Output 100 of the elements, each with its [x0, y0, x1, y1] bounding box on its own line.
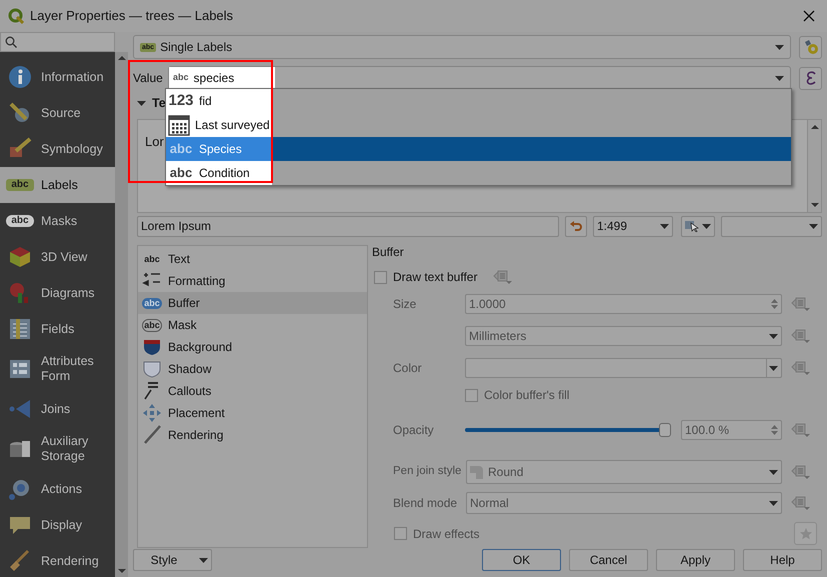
table-icon — [8, 317, 32, 341]
labels-icon: abc — [6, 215, 34, 227]
field-type-icon: abc — [173, 71, 189, 85]
checkbox-label: Draw text buffer — [393, 269, 478, 286]
settings-tab[interactable]: Placement — [138, 402, 367, 424]
checkbox[interactable] — [465, 388, 478, 402]
data-defined-icon — [791, 328, 811, 344]
caret-icon — [702, 224, 711, 228]
sidebar-item[interactable]: Rendering — [0, 543, 115, 577]
checkbox-label: Draw effects — [413, 526, 480, 542]
join-style-icon — [470, 466, 483, 478]
sidebar-item[interactable]: Auxiliary Storage — [0, 427, 115, 471]
field-value: 100.0 % — [685, 422, 730, 439]
sidebar-item[interactable]: Source — [0, 95, 115, 131]
abc-icon: abc — [142, 298, 162, 308]
sidebar-item[interactable]: Diagrams — [0, 275, 115, 311]
dialog-button[interactable]: OK — [482, 549, 561, 571]
sidebar-item[interactable]: Actions — [0, 471, 115, 507]
triangle-icon — [8, 397, 32, 421]
dropdown-label: Species — [199, 141, 242, 158]
combo-value: 1:499 — [597, 218, 628, 235]
sidebar-item[interactable]: Display — [0, 507, 115, 543]
color-button[interactable] — [465, 358, 782, 378]
sidebar-item[interactable]: Attributes Form — [0, 347, 115, 391]
sidebar-label: Actions — [41, 482, 83, 496]
sidebar-item[interactable]: Information — [0, 59, 115, 95]
search-field[interactable] — [0, 32, 115, 52]
checkbox[interactable] — [374, 270, 387, 284]
calendar-icon — [168, 114, 190, 136]
settings-tab[interactable]: Callouts — [138, 380, 367, 402]
star-icon — [798, 526, 812, 540]
field-type-icon: abc — [168, 163, 194, 183]
caret-icon — [769, 366, 778, 370]
section-title: Buffer — [372, 244, 405, 261]
field-value: Lorem Ipsum — [141, 218, 212, 235]
caret-icon — [775, 76, 784, 80]
background-color-combo[interactable] — [721, 216, 822, 236]
settings-tab[interactable]: abc Text — [138, 248, 367, 270]
brush-icon — [142, 425, 162, 445]
sidebar-item[interactable]: Joins — [0, 391, 115, 427]
sidebar-label: Source — [41, 106, 82, 120]
settings-tab[interactable]: Formatting — [138, 270, 367, 292]
dropdown-item[interactable]: Last surveyed — [166, 113, 791, 137]
section-title: Te — [152, 94, 166, 112]
value-combo[interactable]: abc species — [168, 66, 791, 90]
combo-value: Normal — [470, 495, 509, 512]
caret-icon — [769, 334, 778, 338]
data-defined-icon — [791, 464, 811, 480]
tab-label: Buffer — [168, 295, 200, 312]
settings-tab[interactable]: Shadow — [138, 358, 367, 380]
expression-button[interactable] — [799, 66, 822, 90]
settings-tab[interactable]: abc Mask — [138, 314, 367, 336]
style-button[interactable]: Style — [133, 549, 212, 571]
sidebar-label: Labels — [41, 178, 79, 192]
abc-icon: abc — [142, 318, 162, 332]
map-canvas-button[interactable] — [681, 216, 715, 236]
sidebar-item[interactable]: Fields — [0, 311, 115, 347]
sidebar-label: Symbology — [41, 142, 104, 156]
checkbox[interactable] — [394, 527, 407, 540]
caret-icon — [769, 470, 778, 474]
opacity-slider[interactable] — [465, 423, 671, 437]
sidebar-item[interactable]: 3D View — [0, 239, 115, 275]
sidebar-item[interactable]: abc Labels — [0, 167, 115, 203]
reset-button[interactable] — [565, 216, 587, 236]
settings-tab[interactable]: Rendering — [138, 424, 367, 446]
tab-label: Formatting — [168, 273, 226, 290]
shield-icon — [142, 337, 162, 357]
sample-text-field[interactable]: Lorem Ipsum — [137, 216, 559, 236]
tab-label: Placement — [168, 405, 225, 422]
effects-button[interactable] — [794, 522, 817, 545]
rule-settings-button[interactable] — [799, 36, 822, 58]
scale-combo[interactable]: 1:499 — [593, 216, 673, 236]
collapse-icon — [137, 100, 146, 106]
caret-icon — [199, 558, 208, 562]
slider-thumb[interactable] — [659, 423, 671, 437]
sidebar-item[interactable]: Symbology — [0, 131, 115, 167]
dialog-button[interactable]: Help — [743, 549, 822, 571]
combo-value: species — [194, 70, 234, 87]
sidebar-label: Fields — [41, 322, 76, 336]
spin-arrows-icon — [771, 425, 778, 435]
field-label: Pen join style — [393, 464, 462, 480]
down-arrow-icon — [810, 203, 818, 207]
settings-tab[interactable]: abc Buffer — [138, 292, 367, 314]
field-label: Size — [393, 296, 418, 313]
dialog-button[interactable]: Cancel — [569, 549, 648, 571]
sidebar-item[interactable]: abc Masks — [0, 203, 115, 239]
settings-tab[interactable]: Background — [138, 336, 367, 358]
dropdown-item[interactable]: abc Condition — [166, 161, 791, 185]
abc-icon: abc — [142, 254, 162, 264]
epsilon-icon — [804, 71, 816, 85]
value-label: Value — [133, 70, 160, 87]
dropdown-item[interactable]: abc Species — [166, 137, 791, 161]
field-label: Color — [393, 360, 423, 377]
field-label: Blend mode — [393, 495, 458, 512]
dropdown-item[interactable]: 123 fid — [166, 89, 791, 113]
dialog-button[interactable]: Apply — [656, 549, 735, 571]
brush-icon — [8, 549, 32, 573]
close-icon — [803, 10, 815, 22]
data-defined-icon — [791, 360, 811, 376]
dropdown-label: Last surveyed — [195, 117, 270, 134]
